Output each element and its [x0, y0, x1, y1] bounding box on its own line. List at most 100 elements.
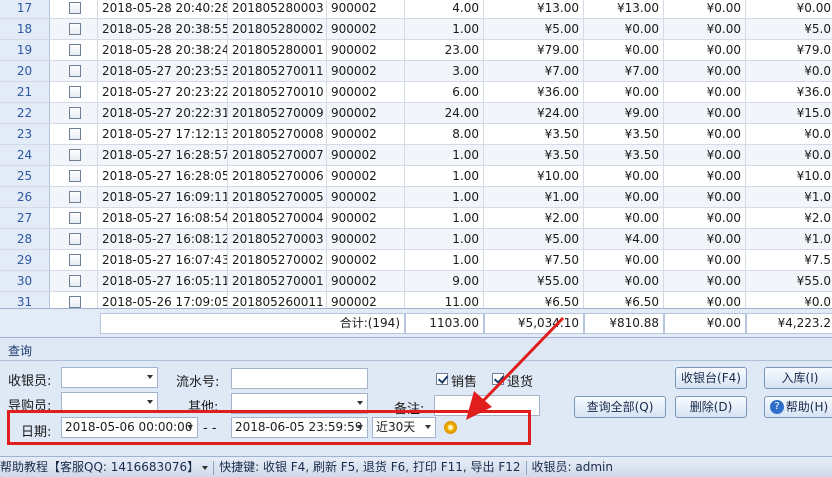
delete-button[interactable]: 删除(D) — [675, 396, 747, 418]
table-row[interactable]: 21 2018-05-27 20:23:22 201805270010 900002 6… — [0, 82, 832, 103]
tutorial-link[interactable]: 帮助教程【客服QQ: 1416683076】 — [0, 460, 209, 474]
table-cell: ¥0.00 — [664, 292, 746, 308]
table-row[interactable]: 29 2018-05-27 16:07:43 201805270002 900002 1… — [0, 250, 832, 271]
table-row[interactable]: 27 2018-05-27 16:08:54 201805270004 900002 1… — [0, 208, 832, 229]
table-cell: ¥0.00 — [664, 250, 746, 271]
table-row[interactable]: 18 2018-05-28 20:38:55 201805280002 900002 1… — [0, 19, 832, 40]
table-cell: 2018-05-28 20:38:24 — [98, 40, 228, 61]
query-title: 查询 — [8, 344, 33, 358]
table-cell: 201805270011 — [228, 61, 327, 82]
cashier-select[interactable] — [61, 367, 158, 388]
row-checkbox[interactable] — [69, 233, 81, 245]
table-row[interactable]: 30 2018-05-27 16:05:11 201805270001 900002 9… — [0, 271, 832, 292]
table-cell: ¥3.50 — [584, 124, 664, 145]
table-cell: ¥6.50 — [484, 292, 584, 308]
table-cell: 201805270002 — [228, 250, 327, 271]
row-checkbox[interactable] — [69, 275, 81, 287]
chevron-down-icon — [147, 400, 153, 404]
row-checkbox[interactable] — [69, 212, 81, 224]
table-cell: ¥10.0 — [746, 166, 832, 187]
table-row[interactable]: 22 2018-05-27 20:22:31 201805270009 900002 2… — [0, 103, 832, 124]
table-cell: 2018-05-27 16:28:57 — [98, 145, 228, 166]
stock-in-button[interactable]: 入库(I) — [764, 367, 832, 389]
help-label: 帮助(H) — [785, 400, 829, 414]
table-cell: ¥24.00 — [484, 103, 584, 124]
row-number: 31 — [0, 292, 50, 308]
table-cell: 1.00 — [405, 208, 484, 229]
table-cell: 2018-05-27 16:08:54 — [98, 208, 228, 229]
table-cell: 9.00 — [405, 271, 484, 292]
table-cell: ¥79.00 — [484, 40, 584, 61]
table-row[interactable]: 19 2018-05-28 20:38:24 201805280001 900002 2… — [0, 40, 832, 61]
table-cell: 2018-05-27 20:22:31 — [98, 103, 228, 124]
row-checkbox[interactable] — [69, 296, 81, 308]
table-cell: ¥7.5 — [746, 250, 832, 271]
table-cell: ¥10.00 — [484, 166, 584, 187]
table-cell: ¥9.00 — [584, 103, 664, 124]
return-checkbox[interactable] — [492, 373, 504, 385]
table-cell: ¥7.00 — [584, 61, 664, 82]
table-cell: 2018-05-27 16:05:11 — [98, 271, 228, 292]
sale-checkbox[interactable] — [436, 373, 448, 385]
row-checkbox[interactable] — [69, 254, 81, 266]
status-bar: 帮助教程【客服QQ: 1416683076】 快捷键: 收银 F4, 刷新 F5,… — [0, 456, 832, 477]
table-cell: ¥0.00 — [664, 145, 746, 166]
table-cell: ¥0.00 — [584, 166, 664, 187]
row-checkbox[interactable] — [69, 149, 81, 161]
serial-input[interactable] — [231, 368, 368, 389]
table-cell: 900002 — [327, 61, 405, 82]
table-row[interactable]: 25 2018-05-27 16:28:05 201805270006 900002 1… — [0, 166, 832, 187]
return-label: 退货 — [507, 375, 534, 390]
table-cell: ¥3.50 — [484, 124, 584, 145]
summary-row: 合计:(194) 1103.00 ¥5,034.10 ¥810.88 ¥0.00… — [0, 308, 832, 338]
table-cell: 4.00 — [405, 0, 484, 19]
table-cell: ¥1.00 — [484, 187, 584, 208]
summary-amount-3: ¥0.00 — [664, 313, 746, 334]
row-checkbox[interactable] — [69, 65, 81, 77]
table-cell: ¥0.0 — [746, 292, 832, 308]
row-number: 30 — [0, 271, 50, 292]
row-number: 28 — [0, 229, 50, 250]
row-checkbox[interactable] — [69, 128, 81, 140]
table-row[interactable]: 17 2018-05-28 20:40:28 201805280003 900002 4… — [0, 0, 832, 19]
table-cell: ¥0.00 — [664, 0, 746, 19]
table-cell: ¥55.00 — [484, 271, 584, 292]
summary-amount-4: ¥4,223.2 — [746, 313, 832, 334]
table-cell: 2018-05-28 20:40:28 — [98, 0, 228, 19]
summary-qty: 1103.00 — [405, 313, 484, 334]
cashier-status: 收银员: admin — [531, 460, 613, 474]
row-checkbox[interactable] — [69, 170, 81, 182]
row-checkbox[interactable] — [69, 86, 81, 98]
row-checkbox[interactable] — [69, 191, 81, 203]
row-checkbox[interactable] — [69, 23, 81, 35]
row-number: 21 — [0, 82, 50, 103]
table-cell: 201805270004 — [228, 208, 327, 229]
table-cell: ¥3.50 — [584, 145, 664, 166]
row-checkbox[interactable] — [69, 2, 81, 14]
table-row[interactable]: 23 2018-05-27 17:12:13 201805270008 900002 8… — [0, 124, 832, 145]
table-cell: ¥0.00 — [584, 19, 664, 40]
row-number: 17 — [0, 0, 50, 19]
table-cell: ¥0.00 — [584, 250, 664, 271]
table-cell: ¥0.00 — [664, 187, 746, 208]
row-checkbox[interactable] — [69, 44, 81, 56]
table-cell: 900002 — [327, 250, 405, 271]
table-row[interactable]: 28 2018-05-27 16:08:12 201805270003 900002 1… — [0, 229, 832, 250]
table-row[interactable]: 20 2018-05-27 20:23:53 201805270011 900002 3… — [0, 61, 832, 82]
highlight-box — [7, 410, 531, 445]
row-number: 23 — [0, 124, 50, 145]
table-row[interactable]: 31 2018-05-26 17:09:05 201805260011 900002 1… — [0, 292, 832, 308]
table-cell: 2018-05-27 16:09:11 — [98, 187, 228, 208]
table-row[interactable]: 26 2018-05-27 16:09:11 201805270005 900002 1… — [0, 187, 832, 208]
query-all-button[interactable]: 查询全部(Q) — [574, 396, 666, 418]
help-button[interactable]: ? 帮助(H) — [764, 396, 832, 418]
table-cell: 1.00 — [405, 166, 484, 187]
sales-grid[interactable]: 17 2018-05-28 20:40:28 201805280003 900002 4… — [0, 0, 832, 308]
row-checkbox[interactable] — [69, 107, 81, 119]
table-cell: ¥6.50 — [584, 292, 664, 308]
table-cell: 900002 — [327, 82, 405, 103]
register-button[interactable]: 收银台(F4) — [675, 367, 747, 389]
table-cell: 900002 — [327, 166, 405, 187]
shortcuts-text: 快捷键: 收银 F4, 刷新 F5, 退货 F6, 打印 F11, 导出 F12 — [219, 460, 521, 474]
table-row[interactable]: 24 2018-05-27 16:28:57 201805270007 900002 1… — [0, 145, 832, 166]
